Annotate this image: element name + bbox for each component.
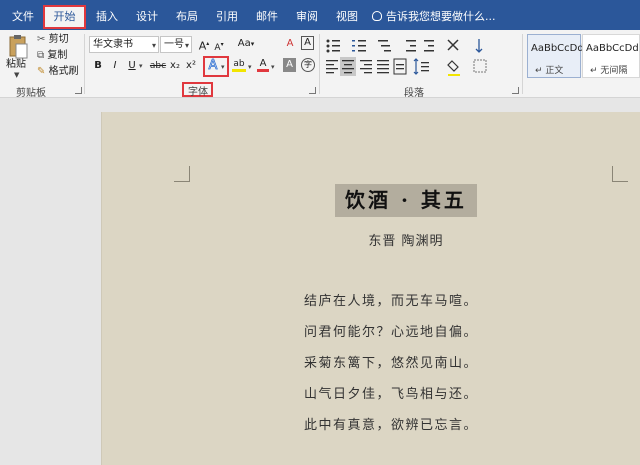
text-effects-button[interactable]: A (206, 58, 220, 74)
tab-mailings[interactable]: 邮件 (250, 6, 284, 27)
poem-line[interactable]: 此中有真意，欲辨已忘言。 (304, 414, 514, 433)
poem-line[interactable]: 山气日夕佳，飞鸟相与还。 (304, 383, 514, 402)
tab-home[interactable]: 开始 (43, 5, 86, 29)
group-divider (84, 34, 85, 94)
shading-icon[interactable] (447, 60, 460, 76)
highlight-button[interactable]: ab (232, 56, 246, 72)
chinese-layout-icon[interactable] (447, 39, 459, 51)
shrink-font-button[interactable]: A▾ (213, 37, 225, 53)
strikethrough-button[interactable]: abc (149, 58, 167, 74)
grow-font-button[interactable]: A▴ (198, 36, 210, 53)
poem-line[interactable]: 问君何能尔？心远地自偏。 (304, 321, 514, 340)
clipboard-launcher-icon[interactable] (75, 87, 82, 94)
borders-icon[interactable] (473, 59, 487, 73)
chevron-down-icon: ▾ (184, 41, 189, 50)
font-launcher-icon[interactable] (309, 87, 316, 94)
tell-me-box[interactable]: 告诉我您想要做什么... (372, 6, 496, 27)
style-name-label: ↵ 正文 (535, 66, 564, 76)
multilevel-list-icon[interactable] (378, 40, 391, 52)
poem-line[interactable]: 结庐在人境，而无车马喧。 (304, 290, 514, 309)
font-color-button[interactable]: A (257, 56, 269, 72)
style-name-label: ↵ 无间隔 (590, 66, 628, 76)
paintbrush-icon: ✎ (37, 66, 46, 77)
tab-view[interactable]: 视图 (330, 6, 364, 27)
char-border-icon: A (304, 37, 311, 48)
tab-layout[interactable]: 布局 (170, 6, 204, 27)
poem-title[interactable]: 饮酒 · 其五 (335, 184, 477, 217)
bullets-icon[interactable] (326, 39, 341, 53)
paragraph-toolbar (326, 39, 487, 76)
justify-icon[interactable] (377, 60, 389, 74)
subscript-button[interactable]: x₂ (168, 58, 182, 74)
text-effects-icon: A (208, 58, 218, 74)
tab-design[interactable]: 设计 (130, 6, 164, 27)
clear-formatting-icon: A (286, 38, 294, 49)
clear-format-button[interactable]: A (283, 36, 297, 52)
style-sample-text: AaBbCcDd (586, 43, 639, 54)
increase-indent-icon[interactable] (424, 40, 434, 52)
font-color-dropdown-arrow[interactable]: ▾ (271, 63, 275, 71)
char-shading-button[interactable]: A (283, 58, 296, 72)
align-left-icon[interactable] (326, 60, 338, 74)
font-size-combo[interactable]: 一号 ▾ (160, 36, 192, 53)
ribbon: 粘贴 ▼ ✂ 剪切 ⧉ 复制 ✎ 格式刷 剪贴板 华文隶书 ▾ 一号 ▾ A▴ (0, 30, 640, 99)
document-page[interactable] (101, 112, 640, 465)
font-color-icon: A (259, 58, 267, 69)
underline-button[interactable]: U (126, 58, 138, 74)
format-painter-button[interactable]: ✎ 格式刷 (37, 64, 79, 80)
poem-author[interactable]: 东晋 陶渊明 (335, 230, 477, 249)
font-size-value: 一号 (164, 39, 184, 50)
poem-line[interactable]: 采菊东篱下，悠然见南山。 (304, 352, 514, 371)
sort-icon[interactable] (475, 39, 483, 53)
tab-review[interactable]: 审阅 (290, 6, 324, 27)
style-sample-text: AaBbCcDd (531, 43, 584, 54)
style-normal[interactable]: AaBbCcDd ↵ 正文 (527, 34, 584, 78)
font-group-label: 字体 (188, 87, 208, 98)
change-case-icon: Aa (237, 38, 251, 49)
distributed-icon[interactable] (393, 58, 407, 75)
enclose-char-button[interactable]: 字 (301, 58, 315, 72)
clipboard-group-label: 剪贴板 (16, 88, 46, 99)
change-case-button[interactable]: Aa▾ (235, 36, 257, 52)
ribbon-tab-bar: 文件 开始 插入 设计 布局 引用 邮件 审阅 视图 告诉我您想要做什么... (0, 0, 640, 30)
group-divider (522, 34, 523, 94)
bold-button[interactable]: B (92, 58, 104, 74)
numbering-icon[interactable] (352, 40, 366, 52)
tab-file[interactable]: 文件 (6, 6, 40, 27)
italic-button[interactable]: I (109, 58, 121, 74)
superscript-button[interactable]: x² (184, 58, 198, 74)
chevron-down-icon: ▾ (151, 41, 156, 50)
paragraph-launcher-icon[interactable] (512, 87, 519, 94)
tab-insert[interactable]: 插入 (90, 6, 124, 27)
style-no-spacing[interactable]: AaBbCcDd ↵ 无间隔 (582, 34, 640, 78)
text-effects-dropdown-arrow[interactable]: ▾ (221, 63, 225, 71)
margin-corner-mark (612, 166, 628, 182)
cut-label: 剪切 (48, 34, 69, 45)
highlight-dropdown-arrow[interactable]: ▾ (248, 63, 252, 71)
paragraph-group-label: 段落 (404, 88, 424, 99)
align-right-icon[interactable] (360, 60, 372, 74)
align-center-icon[interactable] (340, 57, 356, 76)
cut-button[interactable]: ✂ 剪切 (37, 32, 69, 48)
margin-corner-mark (174, 166, 190, 182)
decrease-indent-icon[interactable] (406, 40, 416, 52)
char-shading-icon: A (286, 59, 293, 70)
enclose-char-icon: 字 (304, 60, 312, 69)
format-painter-label: 格式刷 (48, 66, 79, 77)
copy-icon: ⧉ (37, 50, 45, 61)
tell-me-text: 告诉我您想要做什么... (386, 10, 496, 23)
line-spacing-icon[interactable] (413, 58, 429, 75)
underline-dropdown-arrow[interactable]: ▾ (139, 62, 143, 70)
copy-button[interactable]: ⧉ 复制 (37, 48, 67, 64)
highlighter-icon: ab (233, 59, 245, 69)
font-name-combo[interactable]: 华文隶书 ▾ (89, 36, 159, 53)
tab-references[interactable]: 引用 (210, 6, 244, 27)
paste-dropdown-arrow[interactable]: ▼ (14, 71, 19, 79)
font-name-value: 华文隶书 (93, 39, 133, 50)
group-divider (319, 34, 320, 94)
scissors-icon: ✂ (37, 34, 46, 45)
char-border-button[interactable]: A (301, 36, 314, 50)
copy-label: 复制 (47, 50, 68, 61)
lightbulb-icon (372, 11, 382, 21)
